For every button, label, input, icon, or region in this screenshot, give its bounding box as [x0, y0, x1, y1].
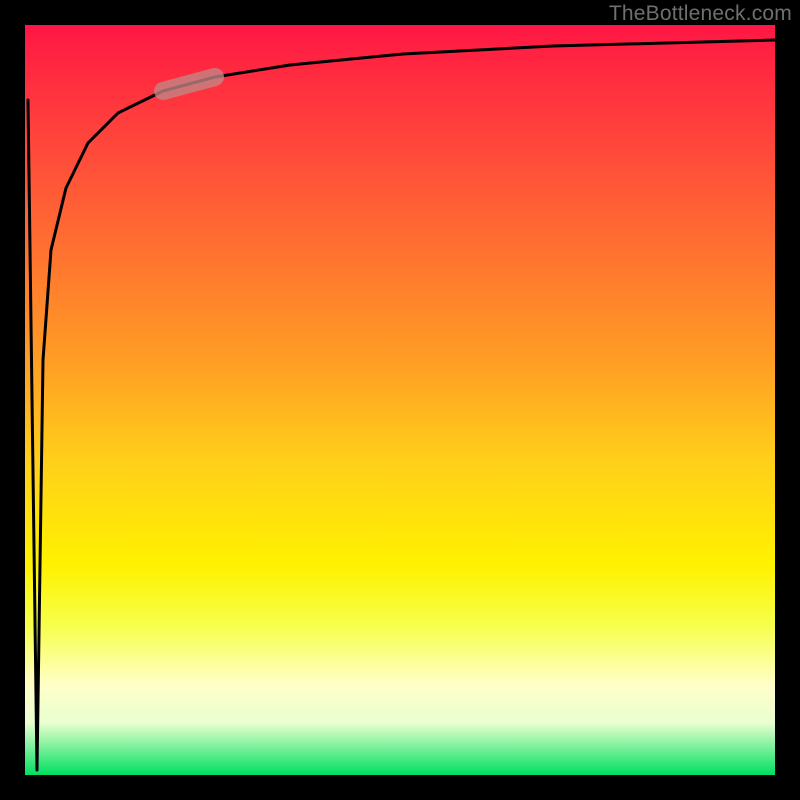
- attribution-text: TheBottleneck.com: [609, 2, 792, 26]
- plot-gradient-bg: [25, 25, 775, 775]
- chart-stage: TheBottleneck.com: [0, 0, 800, 800]
